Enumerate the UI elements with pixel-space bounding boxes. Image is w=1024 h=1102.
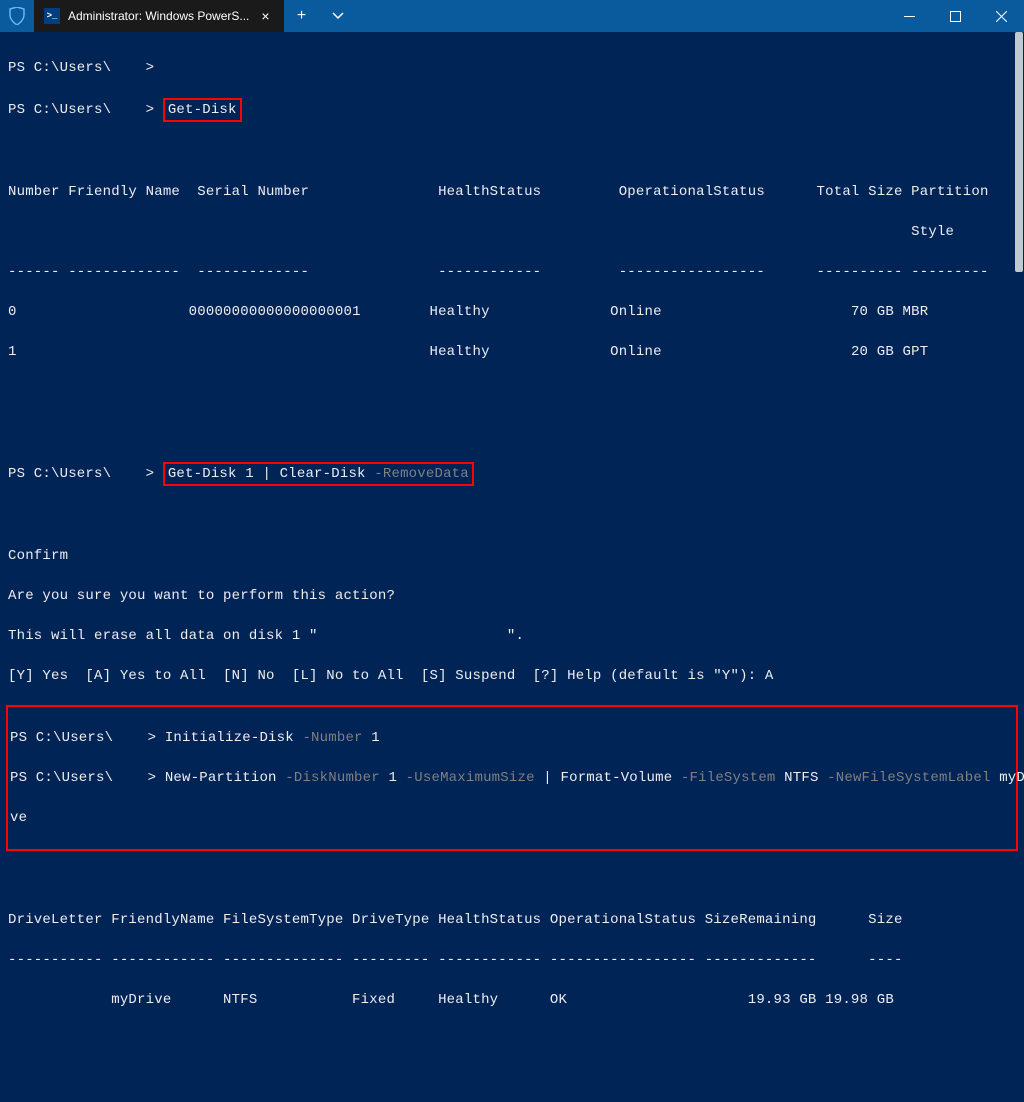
command-getdisk: Get-Disk [163, 98, 242, 122]
command-cleardisk: Get-Disk 1 | Clear-Disk -RemoveData [163, 462, 474, 486]
new-tab-button[interactable]: + [284, 0, 320, 32]
table-row: 0 00000000000000000001 Healthy Online 70… [8, 302, 1016, 322]
confirm-title: Confirm [8, 546, 1016, 566]
close-tab-button[interactable]: × [257, 8, 273, 24]
volume-header: DriveLetter FriendlyName FileSystemType … [8, 910, 1016, 930]
shield-icon [0, 0, 34, 32]
tab-title: Administrator: Windows PowerS... [68, 9, 249, 23]
window-titlebar: >_ Administrator: Windows PowerS... × + [0, 0, 1024, 32]
maximize-button[interactable] [932, 0, 978, 32]
close-window-button[interactable] [978, 0, 1024, 32]
table-header: Number Friendly Name Serial Number Healt… [8, 182, 1016, 202]
tab-dropdown-button[interactable] [320, 0, 356, 32]
table-row: myDrive NTFS Fixed Healthy OK 19.93 GB 1… [8, 990, 1016, 1010]
scrollbar-thumb[interactable] [1015, 32, 1023, 272]
prompt: PS C:\Users\ [8, 60, 111, 76]
username-redacted [111, 58, 145, 78]
powershell-icon: >_ [44, 8, 60, 24]
vertical-scrollbar[interactable] [1014, 32, 1024, 551]
minimize-button[interactable] [886, 0, 932, 32]
active-tab[interactable]: >_ Administrator: Windows PowerS... × [34, 0, 284, 32]
terminal-output[interactable]: PS C:\Users\ > PS C:\Users\ > Get-Disk N… [0, 32, 1024, 1102]
table-row: 1 Healthy Online 20 GB GPT [8, 342, 1016, 362]
command-block-init-partition: PS C:\Users\ > Initialize-Disk -Number 1… [6, 705, 1018, 851]
